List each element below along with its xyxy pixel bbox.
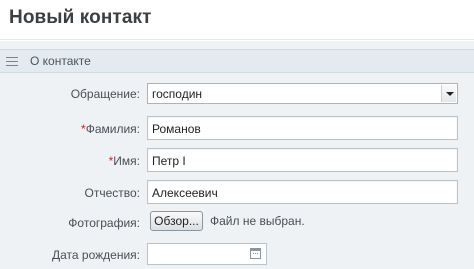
- photo-label: Фотография:: [68, 216, 140, 230]
- last-name-field[interactable]: Романов: [147, 116, 458, 140]
- browse-button[interactable]: Обзор...: [150, 211, 203, 231]
- section-title: О контакте: [30, 54, 91, 68]
- page-title: Новый контакт: [9, 7, 152, 28]
- salutation-select[interactable]: господин: [147, 83, 458, 104]
- file-status: Файл не выбран.: [210, 214, 305, 228]
- middle-name-field[interactable]: Алексеевич: [147, 180, 458, 204]
- header-gap: [0, 41, 474, 49]
- section-header[interactable]: О контакте: [0, 49, 474, 73]
- birth-date-label: Дата рождения:: [52, 248, 140, 262]
- page-header: Новый контакт: [0, 0, 474, 40]
- middle-name-label: Отчество:: [84, 186, 141, 200]
- salutation-value: господин: [152, 87, 203, 101]
- first-name-field[interactable]: Петр I: [147, 148, 458, 172]
- first-name-label: *Имя:: [108, 154, 140, 168]
- hamburger-icon[interactable]: [6, 57, 18, 66]
- birth-date-field[interactable]: [147, 243, 267, 265]
- chevron-down-icon[interactable]: [441, 85, 456, 102]
- last-name-label: *Фамилия:: [81, 122, 140, 136]
- calendar-icon[interactable]: [250, 248, 261, 259]
- salutation-label: Обращение:: [70, 87, 140, 101]
